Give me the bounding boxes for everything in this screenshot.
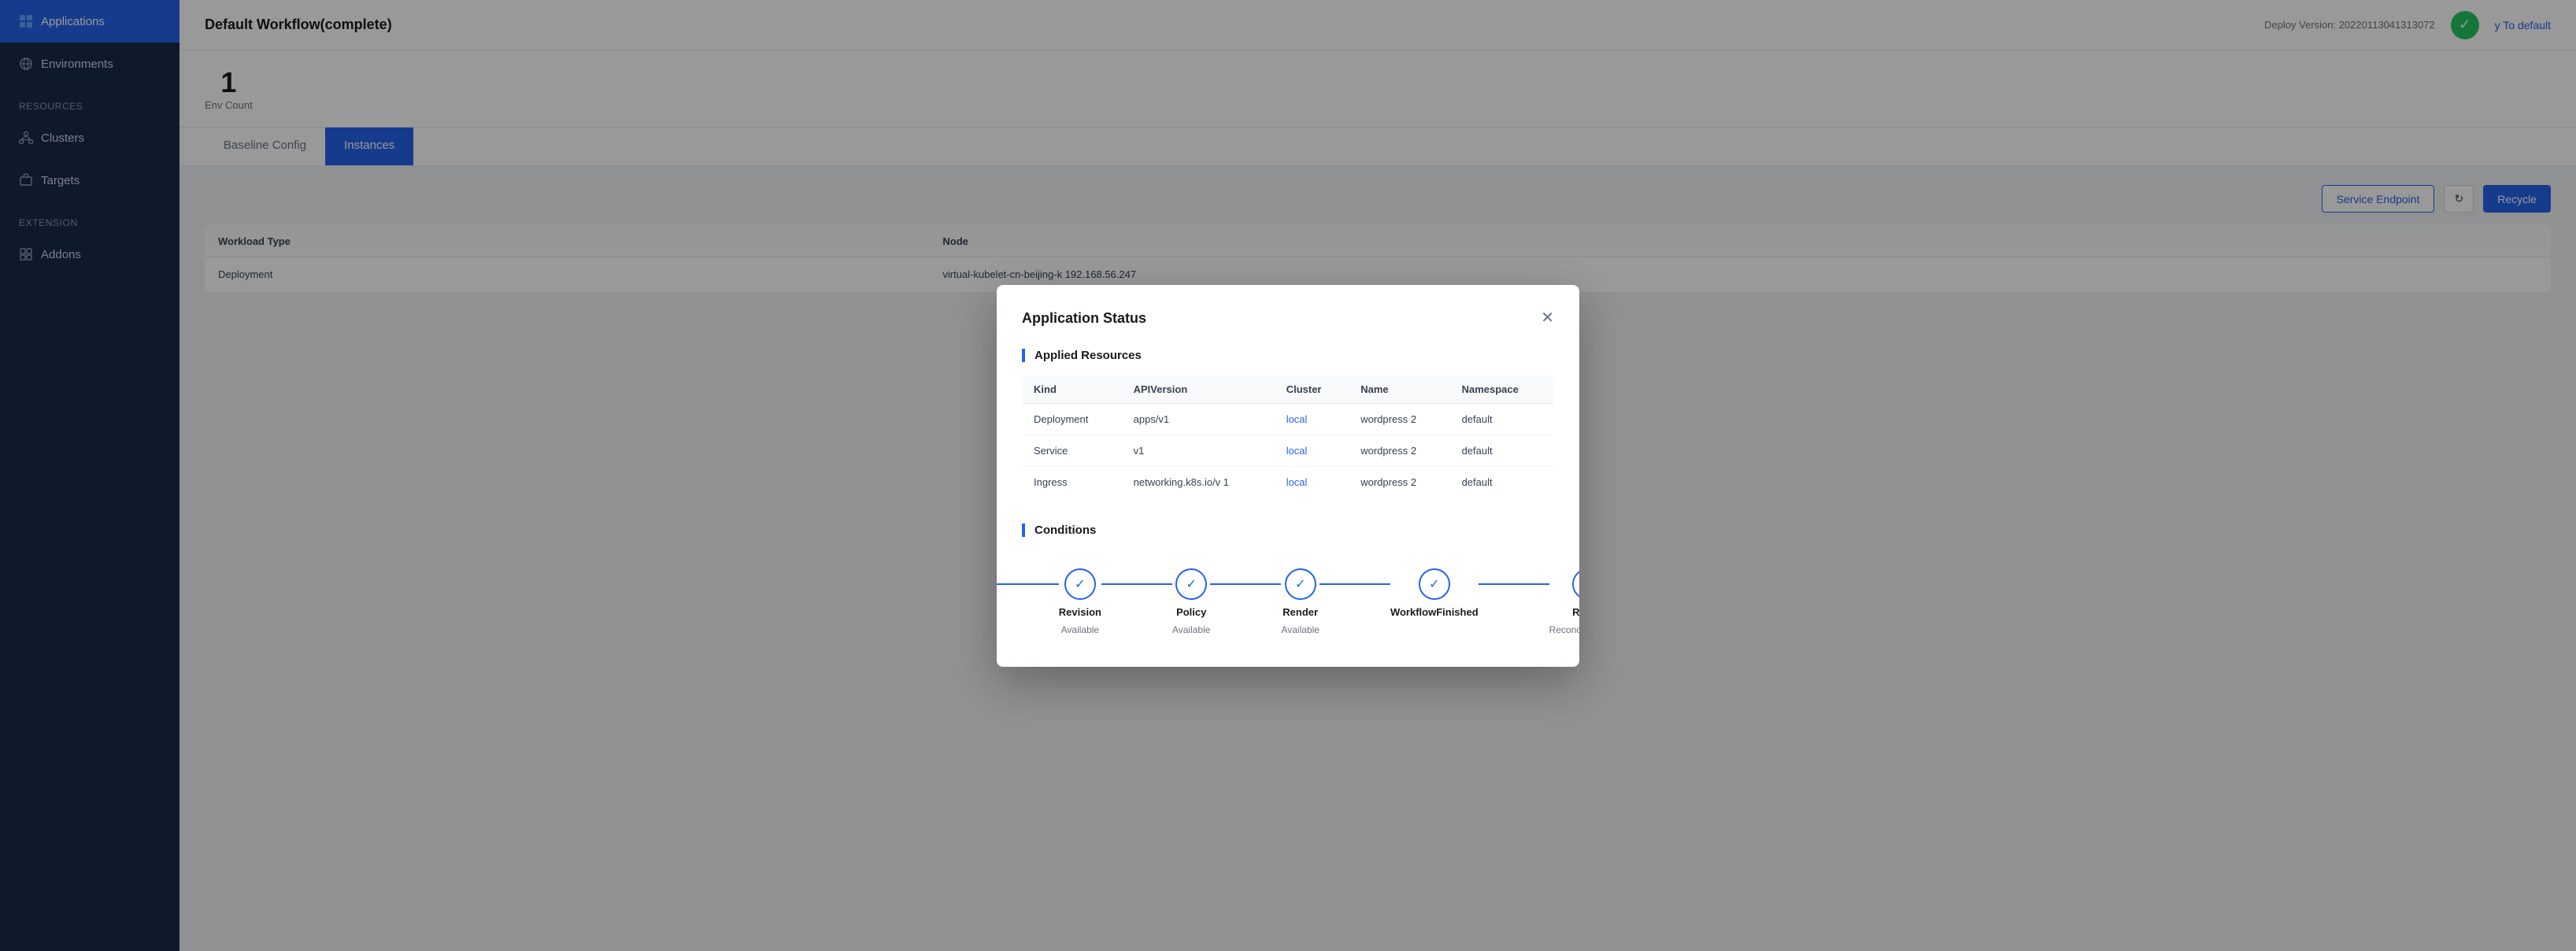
- table-row: Ingress networking.k8s.io/v 1 local word…: [1023, 466, 1554, 498]
- modal-col-namespace: Namespace: [1451, 375, 1554, 403]
- cell-apiversion-0: apps/v1: [1123, 403, 1275, 435]
- condition-sublabel-ready: ReconcileSuccess: [1549, 624, 1579, 635]
- cell-kind-2: Ingress: [1023, 466, 1123, 498]
- condition-label-render: Render: [1282, 606, 1318, 618]
- cluster-link-1[interactable]: local: [1286, 445, 1308, 457]
- condition-circle-revision: ✓: [1064, 568, 1096, 600]
- condition-label-ready: Ready: [1572, 606, 1579, 618]
- condition-line-1: [997, 583, 1059, 585]
- condition-workflowfinished: ✓ WorkflowFinished: [1390, 568, 1479, 624]
- condition-line-4: [1319, 583, 1390, 585]
- condition-circle-policy: ✓: [1175, 568, 1207, 600]
- modal-col-apiversion: APIVersion: [1123, 375, 1275, 403]
- condition-line-5: [1479, 583, 1549, 585]
- condition-circle-workflowfinished: ✓: [1419, 568, 1450, 600]
- condition-label-policy: Policy: [1176, 606, 1206, 618]
- modal-backdrop[interactable]: Application Status ✕ Applied Resources K…: [0, 0, 2576, 951]
- table-row: Deployment apps/v1 local wordpress 2 def…: [1023, 403, 1554, 435]
- condition-sublabel-revision: Available: [1061, 624, 1099, 635]
- cell-cluster-2: local: [1275, 466, 1350, 498]
- cell-apiversion-1: v1: [1123, 435, 1275, 466]
- cell-kind-0: Deployment: [1023, 403, 1123, 435]
- cell-namespace-0: default: [1451, 403, 1554, 435]
- cell-name-2: wordpress 2: [1349, 466, 1450, 498]
- application-status-modal: Application Status ✕ Applied Resources K…: [997, 285, 1579, 667]
- table-row: Service v1 local wordpress 2 default: [1023, 435, 1554, 466]
- condition-sublabel-render: Available: [1281, 624, 1319, 635]
- modal-title: Application Status: [1022, 310, 1146, 327]
- applied-resources-title: Applied Resources: [1022, 349, 1554, 362]
- modal-col-name: Name: [1349, 375, 1450, 403]
- condition-render: ✓ Render Available: [1281, 568, 1319, 635]
- cell-kind-1: Service: [1023, 435, 1123, 466]
- modal-col-cluster: Cluster: [1275, 375, 1350, 403]
- conditions-row: ✓ Parsed Available ✓ Revision Available …: [1022, 550, 1554, 642]
- cell-namespace-2: default: [1451, 466, 1554, 498]
- condition-circle-render: ✓: [1285, 568, 1316, 600]
- condition-ready: ✓ Ready ReconcileSuccess: [1549, 568, 1579, 635]
- cluster-link-0[interactable]: local: [1286, 413, 1308, 425]
- condition-revision: ✓ Revision Available: [1059, 568, 1101, 635]
- condition-label-revision: Revision: [1059, 606, 1101, 618]
- modal-close-button[interactable]: ✕: [1541, 310, 1554, 326]
- cell-cluster-1: local: [1275, 435, 1350, 466]
- modal-header: Application Status ✕: [1022, 310, 1554, 327]
- cluster-link-2[interactable]: local: [1286, 476, 1308, 488]
- condition-line-2: [1101, 583, 1172, 585]
- cell-apiversion-2: networking.k8s.io/v 1: [1123, 466, 1275, 498]
- cell-namespace-1: default: [1451, 435, 1554, 466]
- condition-line-3: [1210, 583, 1281, 585]
- condition-label-workflowfinished: WorkflowFinished: [1390, 606, 1479, 618]
- condition-circle-ready: ✓: [1572, 568, 1579, 600]
- applied-resources-table: Kind APIVersion Cluster Name Namespace D…: [1022, 375, 1554, 498]
- condition-policy: ✓ Policy Available: [1172, 568, 1210, 635]
- cell-name-1: wordpress 2: [1349, 435, 1450, 466]
- modal-col-kind: Kind: [1023, 375, 1123, 403]
- condition-sublabel-policy: Available: [1172, 624, 1210, 635]
- cell-cluster-0: local: [1275, 403, 1350, 435]
- cell-name-0: wordpress 2: [1349, 403, 1450, 435]
- conditions-title: Conditions: [1022, 524, 1554, 537]
